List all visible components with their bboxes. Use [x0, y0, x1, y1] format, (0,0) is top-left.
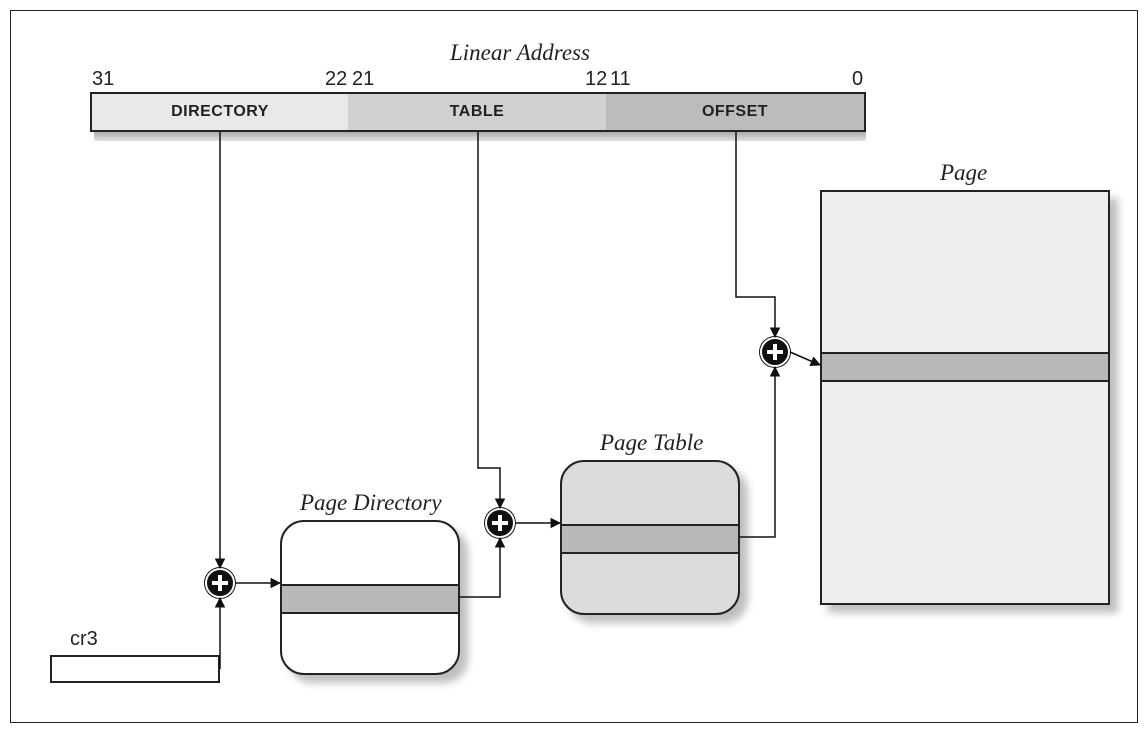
cr3-label: cr3 [70, 628, 98, 651]
page-directory-entry [282, 584, 458, 614]
bit-12: 12 [585, 68, 607, 91]
segment-table-label: TABLE [450, 103, 505, 120]
linear-address-shadow [94, 131, 866, 141]
bit-0: 0 [852, 68, 863, 91]
adder-icon-1 [205, 568, 235, 598]
segment-table: TABLE [348, 92, 608, 132]
adder-icon-3 [760, 337, 790, 367]
page-directory-label: Page Directory [300, 490, 442, 516]
segment-offset-label: OFFSET [702, 103, 768, 120]
segment-directory: DIRECTORY [90, 92, 350, 132]
cr3-register [50, 655, 220, 683]
page-box [820, 190, 1110, 605]
segment-directory-label: DIRECTORY [171, 103, 269, 120]
page-table-box [560, 460, 740, 615]
page-directory-box [280, 520, 460, 675]
adder-icon-2 [485, 508, 515, 538]
page-table-entry [562, 524, 738, 554]
diagram-title: Linear Address [450, 40, 590, 66]
bit-21: 21 [352, 68, 374, 91]
bit-31: 31 [92, 68, 114, 91]
segment-offset: OFFSET [606, 92, 866, 132]
bit-22: 22 [325, 68, 347, 91]
page-table-label: Page Table [600, 430, 703, 456]
bit-11: 11 [610, 68, 631, 91]
page-label: Page [940, 160, 987, 186]
page-entry [822, 352, 1108, 382]
diagram-canvas: Linear Address 31 22 21 12 11 0 DIRECTOR… [0, 0, 1148, 733]
